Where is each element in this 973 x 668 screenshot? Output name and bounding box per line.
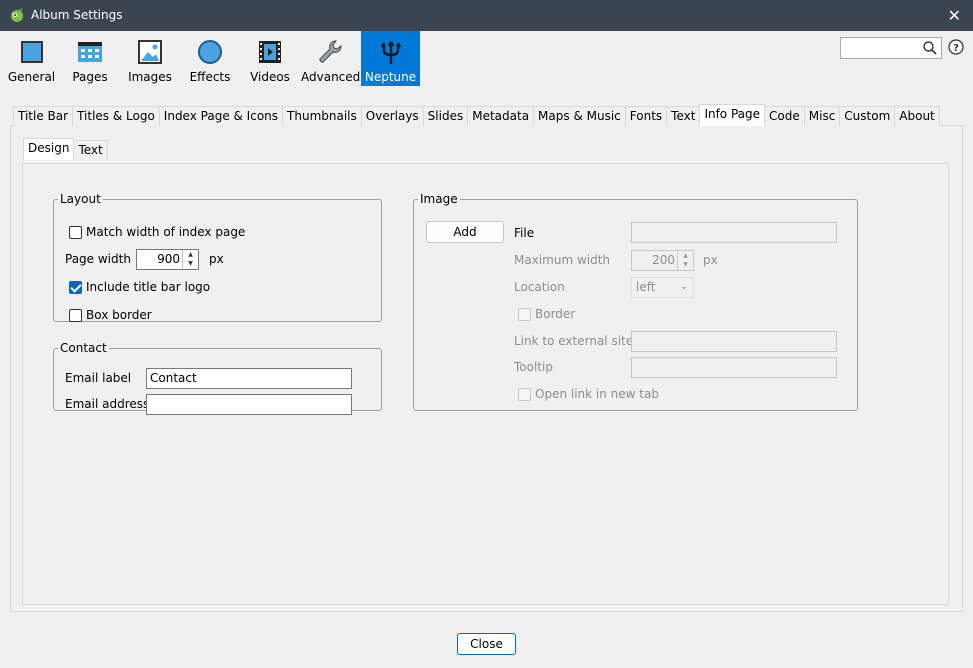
svg-text:?: ? [953,43,959,54]
toolbar-general-button[interactable]: General [4,31,59,86]
toolbar-pages-button[interactable]: Pages [64,31,116,86]
help-icon[interactable]: ? [948,39,964,55]
toolbar-advanced-button[interactable]: Advanced [301,31,361,86]
image-group: Image Add File Maximum width 200 ▲ ▼ px L… [413,192,858,411]
link-label: Link to external site [514,334,634,348]
subtab-text[interactable]: Text [73,140,108,160]
window-titlebar: Album Settings ✕ [0,0,973,31]
tooltip-field[interactable] [631,357,837,378]
match-width-label: Match width of index page [86,225,246,239]
close-button[interactable]: Close [457,633,516,655]
email-label-field[interactable]: Contact [146,368,352,389]
tab-custom[interactable]: Custom [839,106,896,126]
images-icon [138,40,162,64]
page-width-stepper[interactable]: 900 ▲ ▼ [136,249,199,270]
tab-slides[interactable]: Slides [422,106,469,126]
tab-misc[interactable]: Misc [803,106,841,126]
tab-thumbnails[interactable]: Thumbnails [282,106,362,126]
open-new-tab-checkbox[interactable] [518,388,531,401]
contact-group: Contact Email label Contact Email addres… [53,341,382,415]
page-width-label: Page width [65,252,131,266]
window-title: Album Settings [31,8,123,22]
tooltip-label: Tooltip [514,360,553,374]
email-label-label: Email label [65,371,132,385]
email-address-field[interactable] [146,394,352,415]
box-border-label: Box border [86,308,152,322]
spin-down-icon[interactable]: ▼ [678,260,693,269]
image-legend: Image [420,192,458,206]
app-logo-icon [11,8,23,22]
tab-about[interactable]: About [894,106,940,126]
tab-index-page-icons[interactable]: Index Page & Icons [158,106,284,126]
toolbar-neptune-button[interactable]: Neptune [361,31,420,86]
subtab-row: Design Text [23,138,108,160]
max-width-arrows[interactable]: ▲ ▼ [677,251,693,270]
link-field[interactable] [631,331,837,352]
location-select[interactable]: left ⌄ [631,277,694,298]
subtab-design[interactable]: Design [23,138,75,160]
page-width-unit: px [209,252,224,266]
toolbar-videos-button[interactable]: Videos [244,31,296,86]
search-input[interactable] [840,37,942,59]
settings-tab-row: Title Bar Titles & Logo Index Page & Icons… [13,104,940,126]
toolbar-effects-label: Effects [189,70,231,84]
trident-icon [380,41,401,64]
toolbar-effects-button[interactable]: Effects [184,31,236,86]
spin-down-icon[interactable]: ▼ [183,259,198,268]
include-logo-checkbox[interactable] [69,281,82,294]
videos-icon [259,41,281,63]
image-border-label: Border [535,307,576,321]
tab-info-page[interactable]: Info Page [699,104,766,126]
settings-tab-control: Design Text Layout Match width of index p… [10,104,963,612]
pages-icon [78,42,102,62]
toolbar-pages-label: Pages [72,70,108,84]
toolbar-images-button[interactable]: Images [122,31,178,86]
general-icon [20,41,43,63]
box-border-checkbox[interactable] [69,309,82,322]
tab-titles-logo[interactable]: Titles & Logo [72,106,160,126]
tab-code[interactable]: Code [764,106,805,126]
file-field[interactable] [631,222,837,243]
match-width-checkbox[interactable] [69,226,82,239]
main-toolbar: General Pages Images Effects Videos Adva… [0,31,973,87]
toolbar-neptune-label: Neptune [364,70,417,84]
effects-icon [198,40,222,64]
info-page-panel: Design Text Layout Match width of index p… [10,125,963,612]
location-value: left [636,280,656,294]
tab-metadata[interactable]: Metadata [467,106,535,126]
page-width-value: 900 [157,252,180,266]
email-address-label: Email address [65,397,150,411]
chevron-down-icon: ⌄ [679,281,688,292]
spin-up-icon[interactable]: ▲ [183,250,198,259]
image-border-checkbox[interactable] [518,308,531,321]
open-new-tab-label: Open link in new tab [535,387,659,401]
tab-fonts[interactable]: Fonts [624,106,668,126]
max-width-stepper[interactable]: 200 ▲ ▼ [631,250,694,271]
tab-text[interactable]: Text [666,106,701,126]
max-width-value: 200 [652,253,675,267]
toolbar-advanced-label: Advanced [301,70,361,84]
window-close-icon[interactable]: ✕ [948,6,961,25]
include-logo-label: Include title bar logo [86,280,211,294]
design-panel: Layout Match width of index page Page wi… [22,163,949,605]
contact-legend: Contact [60,341,107,355]
toolbar-videos-label: Videos [250,70,290,84]
file-label: File [514,226,535,240]
max-width-label: Maximum width [514,253,611,267]
wrench-icon [319,40,342,63]
layout-group: Layout Match width of index page Page wi… [53,192,382,322]
max-width-unit: px [703,253,718,267]
page-width-arrows[interactable]: ▲ ▼ [182,250,198,269]
layout-legend: Layout [60,192,101,206]
tab-overlays[interactable]: Overlays [360,106,424,126]
tab-title-bar[interactable]: Title Bar [13,106,74,126]
tab-maps-music[interactable]: Maps & Music [533,106,626,126]
add-image-button[interactable]: Add [426,221,504,243]
search-icon[interactable] [922,40,938,56]
toolbar-general-label: General [7,70,56,84]
location-label: Location [514,280,565,294]
spin-up-icon[interactable]: ▲ [678,251,693,260]
toolbar-images-label: Images [128,70,172,84]
